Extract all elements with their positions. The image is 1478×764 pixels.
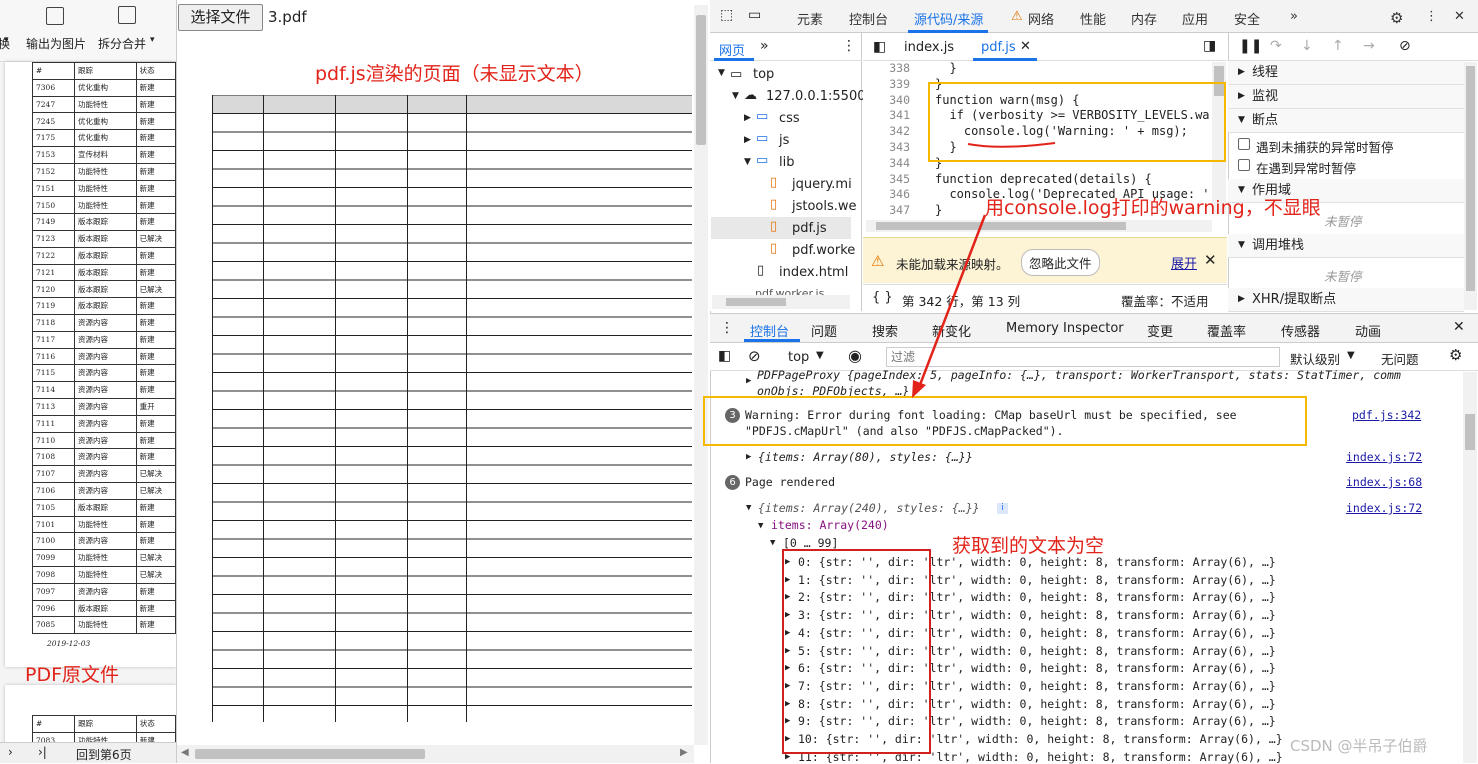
annotation-arrow	[916, 214, 987, 391]
underline-mark	[967, 142, 1056, 148]
arrowhead	[912, 380, 926, 398]
annotation-overlay	[912, 142, 1056, 398]
watermark: CSDN @半吊子伯爵	[1290, 737, 1428, 755]
